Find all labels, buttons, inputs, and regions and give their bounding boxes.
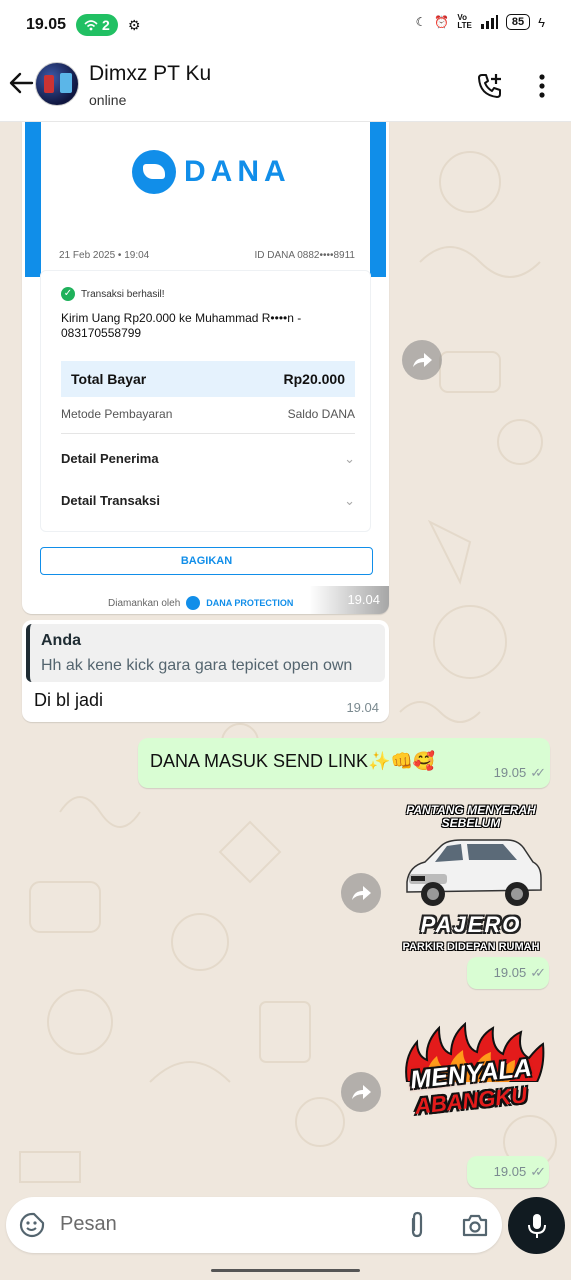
dana-logo-icon [132, 150, 176, 194]
moon-icon: ☾ [415, 15, 427, 29]
home-indicator[interactable] [211, 1269, 360, 1272]
contact-status: online [89, 92, 127, 108]
outgoing-message-bubble[interactable]: DANA MASUK SEND LINK✨👊🥰 19.05 ✓✓ [138, 738, 550, 788]
total-label: Total Bayar [71, 371, 147, 387]
voice-record-button[interactable] [508, 1197, 565, 1254]
sticker-time-badge: 19.05 ✓✓ [467, 1156, 549, 1188]
protection-label: DANA PROTECTION [206, 598, 294, 608]
hotspot-icon [84, 20, 98, 31]
message-text: Di bl jadi [34, 690, 104, 710]
method-value: Saldo DANA [287, 407, 355, 421]
forward-button[interactable] [341, 873, 381, 913]
forward-icon [352, 1085, 371, 1099]
detail-penerima-label: Detail Penerima [61, 451, 159, 466]
contact-name[interactable]: Dimxz PT Ku [89, 62, 211, 86]
message-composer[interactable]: Pesan [6, 1197, 502, 1253]
chat-header: Dimxz PT Ku online [0, 50, 571, 122]
volte-icon: Vo LTE [457, 13, 472, 30]
double-check-icon: ✓✓ [530, 1164, 546, 1179]
sticker-time-badge: 19.05 ✓✓ [467, 957, 549, 989]
receipt-accent-left [25, 122, 41, 277]
receipt-image-message[interactable]: DANA 21 Feb 2025 • 19:04 ID DANA 0882•••… [22, 122, 389, 614]
detail-penerima-row: Detail Penerima ⌄ [61, 451, 355, 467]
back-arrow-icon[interactable] [8, 70, 34, 96]
sticker-top-text: PANTANG MENYERAH SEBELUM [406, 803, 536, 830]
dana-protection: Diamankan oleh DANA PROTECTION [108, 596, 293, 610]
reply-message-bubble[interactable]: Anda Hh ak kene kick gara gara tepicet o… [22, 620, 389, 722]
message-time: 19.05 [493, 965, 527, 980]
charging-icon: ϟ [538, 14, 545, 30]
gesture-navigation-bar [0, 1262, 571, 1280]
battery-indicator: 85 [505, 14, 531, 30]
check-circle-icon: ✓ [61, 287, 75, 301]
receipt-accent-right [370, 122, 386, 277]
forward-button[interactable] [341, 1072, 381, 1112]
shield-icon [186, 596, 201, 610]
double-check-icon: ✓✓ [530, 965, 546, 980]
signal-icon [480, 15, 498, 29]
hotspot-badge: 2 [76, 14, 118, 36]
message-time: 19.04 [309, 586, 389, 614]
chevron-down-icon: ⌄ [344, 451, 355, 466]
microphone-icon [527, 1213, 546, 1238]
receipt-id: ID DANA 0882••••8911 [254, 250, 355, 261]
total-row: Total Bayar Rp20.000 [61, 361, 355, 397]
double-check-icon: ✓✓ [530, 765, 546, 780]
camera-icon[interactable] [461, 1212, 489, 1238]
secured-by-label: Diamankan oleh [108, 597, 181, 609]
more-options-icon[interactable] [532, 72, 552, 100]
status-bar: 19.05 2 ⚙ ☾ ⏰ Vo LTE 85 ϟ [0, 0, 571, 50]
paperclip-icon[interactable] [405, 1211, 429, 1239]
detail-transaksi-row: Detail Transaksi ⌄ [61, 493, 355, 509]
quoted-text: Hh ak kene kick gara gara tepicet open o… [41, 657, 353, 674]
success-label: Transaksi berhasil! [81, 288, 165, 300]
divider [61, 433, 355, 434]
message-meta: 19.05 ✓✓ [493, 1164, 546, 1180]
gear-icon: ⚙ [127, 16, 141, 33]
sticker-bottom-text: PARKIR DIDEPAN RUMAH [402, 941, 540, 953]
receipt-date: 21 Feb 2025 • 19:04 [59, 250, 150, 261]
share-button: BAGIKAN [40, 547, 373, 575]
sticker-brand-text: PAJERO [420, 912, 522, 937]
quoted-author: Anda [41, 632, 81, 649]
sticker-emoji-icon[interactable] [19, 1212, 45, 1238]
method-label: Metode Pembayaran [61, 407, 173, 421]
message-text: DANA MASUK SEND LINK✨👊🥰 [150, 751, 436, 771]
add-call-icon[interactable] [476, 72, 504, 100]
pajero-sticker[interactable]: PANTANG MENYERAH SEBELUM PAJERO PARKIR D… [393, 798, 549, 958]
menyala-sticker[interactable]: MENYALA ABANGKU [393, 1022, 549, 1134]
message-meta: 19.05 ✓✓ [493, 965, 546, 981]
alarm-icon: ⏰ [434, 15, 450, 29]
message-time: 19.05 [493, 765, 527, 780]
message-time: 19.05 [493, 1164, 527, 1179]
car-image [406, 839, 542, 906]
total-value: Rp20.000 [283, 371, 345, 387]
chat-area[interactable]: DANA 21 Feb 2025 • 19:04 ID DANA 0882•••… [0, 122, 571, 1190]
message-input[interactable]: Pesan [60, 1213, 117, 1236]
message-meta: 19.05 ✓✓ [493, 765, 546, 781]
status-icons: ☾ ⏰ Vo LTE 85 ϟ [416, 14, 545, 30]
avatar[interactable] [35, 62, 79, 106]
notification-count: 2 [102, 17, 110, 33]
payment-method-row: Metode Pembayaran Saldo DANA [61, 407, 355, 421]
transfer-description: Kirim Uang Rp20.000 ke Muhammad R••••n -… [61, 311, 302, 340]
transaction-success: ✓ Transaksi berhasil! [61, 287, 165, 301]
forward-icon [352, 886, 371, 900]
forward-button[interactable] [402, 340, 442, 380]
quoted-message[interactable]: Anda Hh ak kene kick gara gara tepicet o… [26, 624, 385, 682]
message-time: 19.04 [346, 700, 379, 715]
forward-icon [413, 353, 432, 367]
receipt-card: ✓ Transaksi berhasil! Kirim Uang Rp20.00… [40, 270, 371, 532]
dana-wordmark: DANA [184, 155, 291, 188]
detail-transaksi-label: Detail Transaksi [61, 493, 160, 508]
dana-logo: DANA [132, 150, 291, 194]
chevron-down-icon: ⌄ [344, 493, 355, 508]
status-time: 19.05 [26, 16, 67, 33]
